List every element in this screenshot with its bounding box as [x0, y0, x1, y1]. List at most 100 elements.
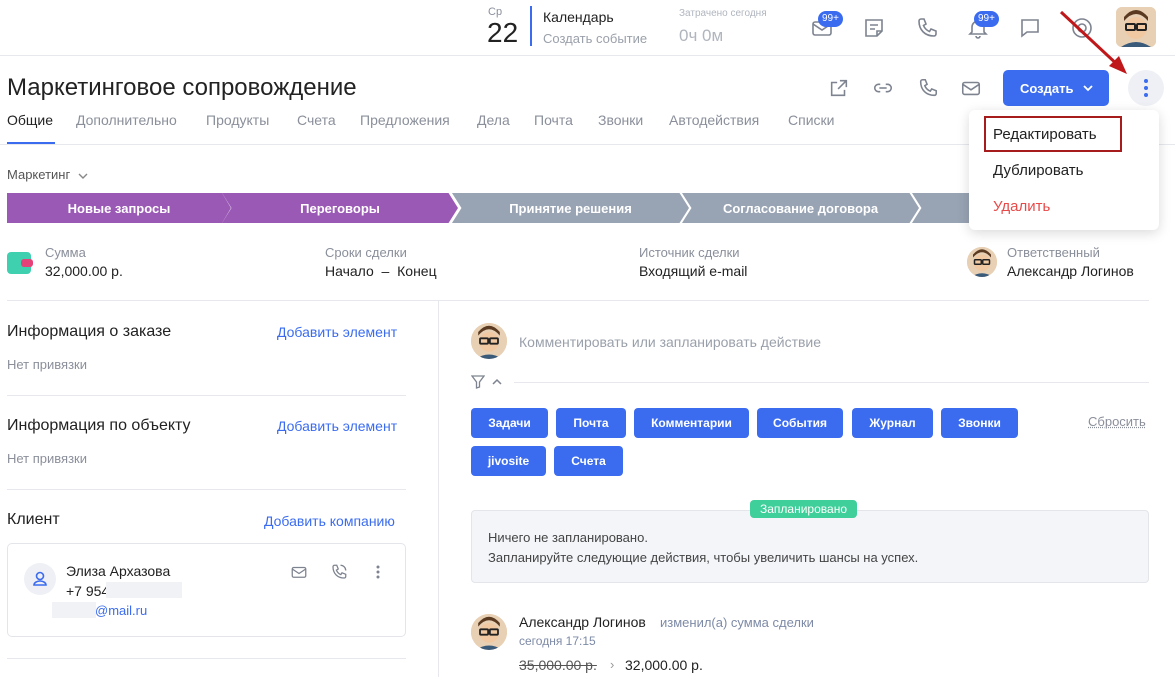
pipeline-label: Маркетинг [7, 167, 71, 182]
activity-author[interactable]: Александр Логинов [519, 614, 646, 630]
client-name[interactable]: Элиза Архазова [66, 563, 170, 579]
filter-comments[interactable]: Комментарии [634, 408, 749, 438]
pipeline-stage-contract[interactable]: Согласование договора [682, 193, 919, 223]
object-info-title: Информация по объекту [7, 417, 191, 434]
object-add-element-link[interactable]: Добавить элемент [277, 418, 397, 434]
terms-value[interactable]: Начало – Конец [325, 263, 437, 279]
page-title: Маркетинговое сопровождение [7, 74, 357, 101]
chevron-down-icon [78, 173, 88, 179]
phone-icon[interactable] [917, 77, 939, 99]
comment-input[interactable]: Комментировать или запланировать действи… [519, 334, 821, 350]
filter-divider [514, 382, 1149, 383]
activity-action: изменил(а) сумма сделки [660, 615, 814, 630]
filter-journal[interactable]: Журнал [852, 408, 933, 438]
panel-divider [438, 300, 439, 677]
order-info-title: Информация о заказе [7, 323, 172, 340]
order-no-link-note: Нет привязки [7, 357, 87, 372]
section-divider [7, 489, 406, 490]
filter-calls[interactable]: Звонки [941, 408, 1018, 438]
more-vertical-icon [1144, 79, 1148, 97]
filter-jivosite[interactable]: jivosite [471, 446, 546, 476]
bell-badge: 99+ [974, 11, 999, 27]
client-card: Элиза Архазова +7 954 @mail.ru [7, 543, 406, 637]
menu-item-duplicate[interactable]: Дублировать [993, 162, 1083, 179]
section-divider [7, 658, 406, 659]
tab-additional[interactable]: Дополнительно [76, 112, 177, 128]
pipeline-stage-new-requests[interactable]: Новые запросы [7, 193, 231, 223]
client-email[interactable]: @mail.ru [95, 603, 147, 618]
annotation-arrow [1059, 10, 1127, 74]
planned-box [471, 510, 1149, 583]
owner-avatar [967, 247, 997, 277]
activity-new-value: 32,000.00 р. [625, 657, 703, 673]
chevron-up-icon[interactable] [491, 377, 503, 387]
top-bar: Ср 22 Календарь Создать событие Затрачен… [0, 0, 1175, 56]
filter-invoices[interactable]: Счета [554, 446, 623, 476]
stage-label: Согласование договора [722, 200, 879, 216]
external-link-icon[interactable] [828, 77, 850, 99]
add-company-link[interactable]: Добавить компанию [264, 513, 395, 529]
tab-automations[interactable]: Автодействия [669, 112, 759, 128]
activity-old-value: 35,000.00 р. [519, 657, 597, 673]
calendar-title[interactable]: Календарь [543, 9, 614, 25]
tab-calls[interactable]: Звонки [598, 112, 643, 128]
filter-mail[interactable]: Почта [556, 408, 626, 438]
arrow-right-icon: › [610, 657, 615, 672]
phone-call-icon[interactable] [330, 563, 348, 581]
more-vertical-icon[interactable] [370, 563, 386, 581]
client-title: Клиент [7, 511, 60, 528]
source-value[interactable]: Входящий e-mail [639, 263, 747, 279]
planned-empty-text: Ничего не запланировано. [488, 530, 648, 545]
tab-mail[interactable]: Почта [534, 112, 573, 128]
chat-icon[interactable] [1018, 16, 1042, 40]
activity-time: сегодня 17:15 [519, 634, 596, 648]
terms-label: Сроки сделки [325, 245, 407, 260]
mail-icon[interactable] [960, 77, 982, 99]
tab-offers[interactable]: Предложения [360, 112, 450, 128]
time-spent-label: Затрачено сегодня [679, 8, 767, 19]
amount-label: Сумма [45, 245, 86, 260]
pipeline-stage-decision[interactable]: Принятие решения [452, 193, 689, 223]
tab-invoices[interactable]: Счета [297, 112, 336, 128]
person-icon [24, 563, 56, 595]
object-no-link-note: Нет привязки [7, 451, 87, 466]
commenter-avatar [471, 323, 507, 359]
time-spent-value: 0ч 0м [679, 26, 724, 45]
pipeline-stage-negotiations[interactable]: Переговоры [222, 193, 458, 223]
section-divider [7, 395, 406, 396]
wallet-icon [7, 252, 33, 274]
menu-item-delete[interactable]: Удалить [993, 198, 1050, 215]
notes-icon[interactable] [862, 16, 886, 40]
tab-lists[interactable]: Списки [788, 112, 834, 128]
tab-tasks[interactable]: Дела [477, 112, 510, 128]
reset-filters-link[interactable]: Сбросить [1088, 414, 1146, 429]
create-event-link[interactable]: Создать событие [543, 31, 647, 46]
annotation-highlight-box [984, 116, 1122, 152]
planned-hint-text: Запланируйте следующие действия, чтобы у… [488, 550, 919, 565]
create-button[interactable]: Создать [1003, 70, 1109, 106]
stage-label: Переговоры [300, 200, 380, 216]
filter-tasks[interactable]: Задачи [471, 408, 548, 438]
planned-badge: Запланировано [750, 500, 857, 518]
redacted-phone [106, 582, 182, 598]
summary-divider [7, 300, 1149, 301]
source-label: Источник сделки [639, 245, 740, 260]
phone-icon[interactable] [915, 16, 939, 40]
mail-badge: 99+ [818, 11, 843, 27]
activity-author-avatar [471, 614, 507, 650]
owner-value[interactable]: Александр Логинов [1007, 263, 1134, 279]
more-actions-button[interactable] [1128, 70, 1164, 106]
mail-icon[interactable] [290, 563, 308, 581]
create-button-label: Создать [1020, 80, 1074, 96]
tab-general[interactable]: Общие [7, 112, 53, 128]
stage-label: Новые запросы [67, 200, 171, 216]
link-icon[interactable] [872, 77, 894, 99]
owner-label: Ответственный [1007, 245, 1100, 260]
tab-products[interactable]: Продукты [206, 112, 269, 128]
amount-value: 32,000.00 р. [45, 263, 123, 279]
filter-events[interactable]: События [757, 408, 843, 438]
pipeline-selector[interactable]: Маркетинг [7, 167, 88, 182]
filter-icon[interactable] [471, 375, 485, 389]
order-add-element-link[interactable]: Добавить элемент [277, 324, 397, 340]
client-phone[interactable]: +7 954 [66, 583, 109, 599]
